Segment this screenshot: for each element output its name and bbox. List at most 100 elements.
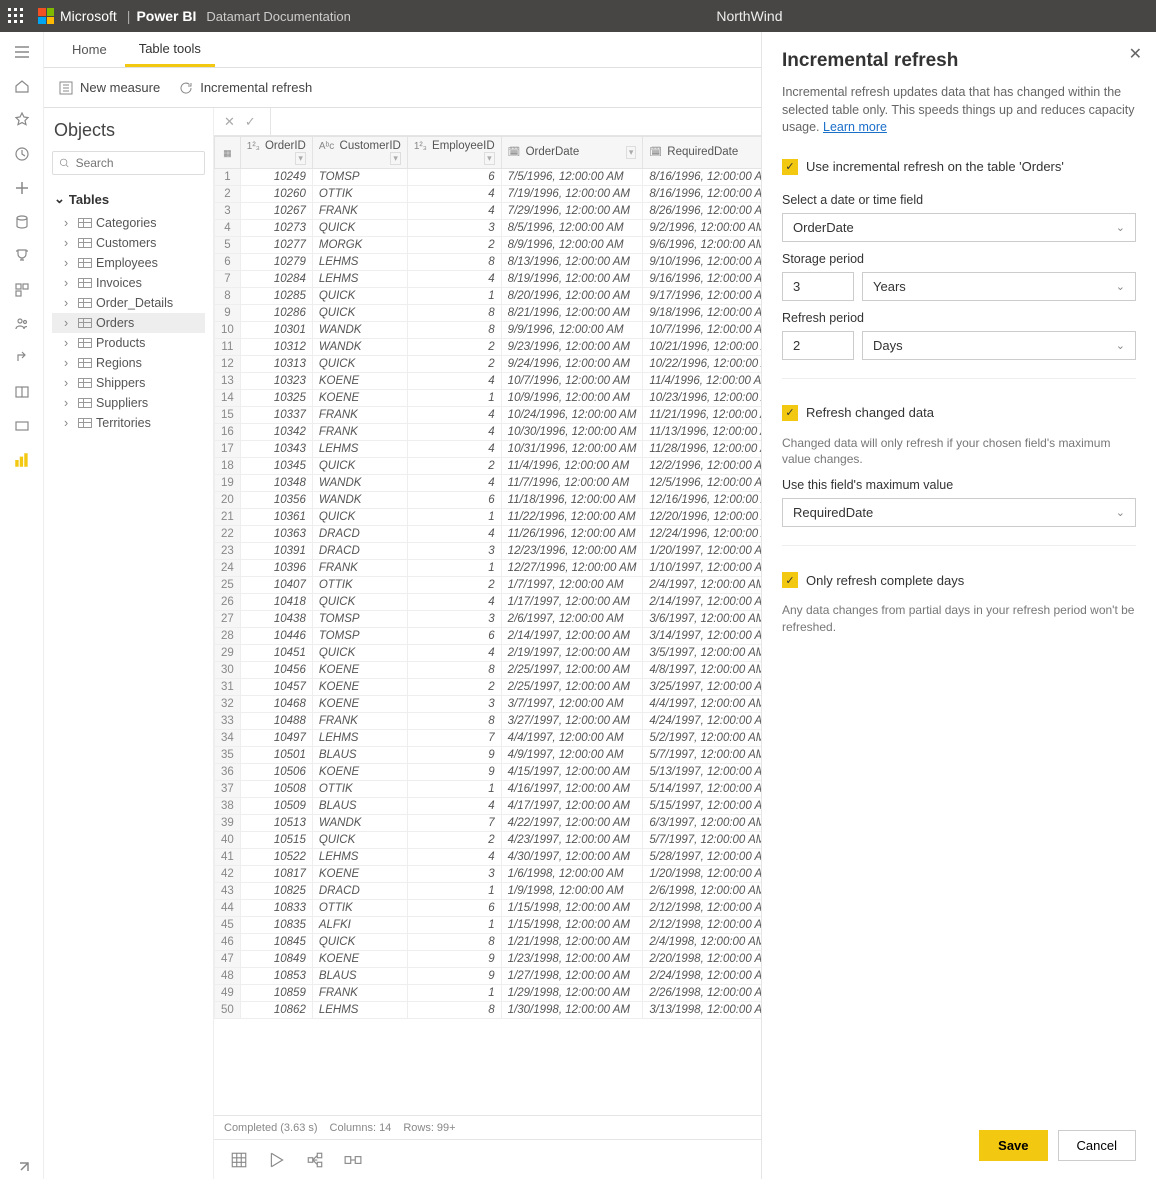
app-launcher-icon[interactable] — [8, 8, 24, 24]
table-row[interactable]: 4210817KOENE31/6/1998, 12:00:00 AM1/20/1… — [215, 866, 762, 883]
table-row[interactable]: 2310391DRACD312/23/1996, 12:00:00 AM1/20… — [215, 543, 762, 560]
apps-icon[interactable] — [12, 280, 32, 300]
table-row[interactable]: 2610418QUICK41/17/1997, 12:00:00 AM2/14/… — [215, 594, 762, 611]
table-row[interactable]: 1210313QUICK29/24/1996, 12:00:00 AM10/22… — [215, 356, 762, 373]
plus-icon[interactable] — [12, 178, 32, 198]
table-row[interactable]: 210260OTTIK47/19/1996, 12:00:00 AM8/16/1… — [215, 186, 762, 203]
table-row[interactable]: 4310825DRACD11/9/1998, 12:00:00 AM2/6/19… — [215, 883, 762, 900]
workspace-icon[interactable] — [12, 416, 32, 436]
table-row[interactable]: 3710508OTTIK14/16/1997, 12:00:00 AM5/14/… — [215, 781, 762, 798]
table-row[interactable]: 1810345QUICK211/4/1996, 12:00:00 AM12/2/… — [215, 458, 762, 475]
relationship-icon[interactable] — [344, 1151, 362, 1169]
cancel-button[interactable]: Cancel — [1058, 1130, 1136, 1161]
table-row[interactable]: 2710438TOMSP32/6/1997, 12:00:00 AM3/6/19… — [215, 611, 762, 628]
model-view-icon[interactable] — [306, 1151, 324, 1169]
complete-days-checkbox[interactable]: ✓ Only refresh complete days — [782, 572, 1136, 588]
table-row[interactable]: 310267FRANK47/29/1996, 12:00:00 AM8/26/1… — [215, 203, 762, 220]
table-row[interactable]: 810285QUICK18/20/1996, 12:00:00 AM9/17/1… — [215, 288, 762, 305]
table-row[interactable]: 4910859FRANK11/29/1998, 12:00:00 AM2/26/… — [215, 985, 762, 1002]
save-button[interactable]: Save — [979, 1130, 1047, 1161]
table-row[interactable]: 3610506KOENE94/15/1997, 12:00:00 AM5/13/… — [215, 764, 762, 781]
table-row[interactable]: 2410396FRANK112/27/1996, 12:00:00 AM1/10… — [215, 560, 762, 577]
refresh-unit-select[interactable]: Days⌄ — [862, 331, 1136, 360]
trophy-icon[interactable] — [12, 246, 32, 266]
table-row[interactable]: 4810853BLAUS91/27/1998, 12:00:00 AM2/24/… — [215, 968, 762, 985]
table-row[interactable]: 1710343LEHMS410/31/1996, 12:00:00 AM11/2… — [215, 441, 762, 458]
table-row[interactable]: 3310488FRANK83/27/1997, 12:00:00 AM4/24/… — [215, 713, 762, 730]
table-item-suppliers[interactable]: ›Suppliers — [52, 393, 205, 413]
table-row[interactable]: 2810446TOMSP62/14/1997, 12:00:00 AM3/14/… — [215, 628, 762, 645]
database-icon[interactable] — [12, 212, 32, 232]
table-row[interactable]: 4410833OTTIK61/15/1998, 12:00:00 AM2/12/… — [215, 900, 762, 917]
table-row[interactable]: 3810509BLAUS44/17/1997, 12:00:00 AM5/15/… — [215, 798, 762, 815]
hamburger-icon[interactable] — [12, 42, 32, 62]
close-icon[interactable]: ✕ — [1129, 44, 1142, 64]
col-requireddate[interactable]: 🗓 RequiredDate ▾ — [643, 137, 761, 169]
home-icon[interactable] — [12, 76, 32, 96]
table-row[interactable]: 2910451QUICK42/19/1997, 12:00:00 AM3/5/1… — [215, 645, 762, 662]
table-row[interactable]: 710284LEHMS48/19/1996, 12:00:00 AM9/16/1… — [215, 271, 762, 288]
table-row[interactable]: 2010356WANDK611/18/1996, 12:00:00 AM12/1… — [215, 492, 762, 509]
col-orderdate[interactable]: 🗓 OrderDate ▾ — [501, 137, 643, 169]
table-row[interactable]: 3010456KOENE82/25/1997, 12:00:00 AM4/8/1… — [215, 662, 762, 679]
tab-home[interactable]: Home — [58, 34, 121, 65]
table-row[interactable]: 4010515QUICK24/23/1997, 12:00:00 AM5/7/1… — [215, 832, 762, 849]
refresh-changed-checkbox[interactable]: ✓ Refresh changed data — [782, 405, 1136, 421]
powerbi-icon[interactable] — [12, 450, 32, 470]
col-customerid[interactable]: Aᵇᴄ CustomerID ▾ — [312, 137, 407, 169]
table-row[interactable]: 110249TOMSP67/5/1996, 12:00:00 AM8/16/19… — [215, 169, 762, 186]
tab-table-tools[interactable]: Table tools — [125, 33, 215, 67]
table-row[interactable]: 3110457KOENE22/25/1997, 12:00:00 AM3/25/… — [215, 679, 762, 696]
incremental-refresh-button[interactable]: Incremental refresh — [178, 80, 312, 96]
table-row[interactable]: 3910513WANDK74/22/1997, 12:00:00 AM6/3/1… — [215, 815, 762, 832]
table-row[interactable]: 1010301WANDK89/9/1996, 12:00:00 AM10/7/1… — [215, 322, 762, 339]
use-incremental-checkbox[interactable]: ✓ Use incremental refresh on the table '… — [782, 159, 1136, 175]
table-item-products[interactable]: ›Products — [52, 333, 205, 353]
query-view-icon[interactable] — [268, 1151, 286, 1169]
table-row[interactable]: 1110312WANDK29/23/1996, 12:00:00 AM10/21… — [215, 339, 762, 356]
datefield-select[interactable]: OrderDate⌄ — [782, 213, 1136, 242]
formula-bar[interactable] — [270, 108, 761, 135]
table-item-categories[interactable]: ›Categories — [52, 213, 205, 233]
table-row[interactable]: 4110522LEHMS44/30/1997, 12:00:00 AM5/28/… — [215, 849, 762, 866]
table-item-order_details[interactable]: ›Order_Details — [52, 293, 205, 313]
table-row[interactable]: 3510501BLAUS94/9/1997, 12:00:00 AM5/7/19… — [215, 747, 762, 764]
learn-more-link[interactable]: Learn more — [823, 120, 887, 134]
row-header[interactable]: ▦ — [215, 137, 241, 169]
table-item-territories[interactable]: ›Territories — [52, 413, 205, 433]
table-row[interactable]: 1610342FRANK410/30/1996, 12:00:00 AM11/1… — [215, 424, 762, 441]
clock-icon[interactable] — [12, 144, 32, 164]
people-icon[interactable] — [12, 314, 32, 334]
refresh-value-input[interactable]: 2 — [782, 331, 854, 360]
table-row[interactable]: 2510407OTTIK21/7/1997, 12:00:00 AM2/4/19… — [215, 577, 762, 594]
table-item-orders[interactable]: ›Orders — [52, 313, 205, 333]
table-row[interactable]: 4610845QUICK81/21/1998, 12:00:00 AM2/4/1… — [215, 934, 762, 951]
table-item-customers[interactable]: ›Customers — [52, 233, 205, 253]
table-row[interactable]: 4710849KOENE91/23/1998, 12:00:00 AM2/20/… — [215, 951, 762, 968]
table-row[interactable]: 410273QUICK38/5/1996, 12:00:00 AM9/2/199… — [215, 220, 762, 237]
maxfield-select[interactable]: RequiredDate⌄ — [782, 498, 1136, 527]
table-row[interactable]: 4510835ALFKI11/15/1998, 12:00:00 AM2/12/… — [215, 917, 762, 934]
table-row[interactable]: 3410497LEHMS74/4/1997, 12:00:00 AM5/2/19… — [215, 730, 762, 747]
commit-icon[interactable]: ✓ — [245, 114, 256, 130]
table-row[interactable]: 3210468KOENE33/7/1997, 12:00:00 AM4/4/19… — [215, 696, 762, 713]
new-measure-button[interactable]: New measure — [58, 80, 160, 96]
learn-icon[interactable] — [12, 382, 32, 402]
expand-icon[interactable] — [12, 1159, 32, 1179]
table-row[interactable]: 1410325KOENE110/9/1996, 12:00:00 AM10/23… — [215, 390, 762, 407]
table-row[interactable]: 2110361QUICK111/22/1996, 12:00:00 AM12/2… — [215, 509, 762, 526]
data-grid[interactable]: ▦1²₃ OrderID ▾Aᵇᴄ CustomerID ▾1²₃ Employ… — [214, 136, 761, 1115]
table-row[interactable]: 1910348WANDK411/7/1996, 12:00:00 AM12/5/… — [215, 475, 762, 492]
table-row[interactable]: 910286QUICK88/21/1996, 12:00:00 AM9/18/1… — [215, 305, 762, 322]
col-employeeid[interactable]: 1²₃ EmployeeID ▾ — [407, 137, 501, 169]
table-item-regions[interactable]: ›Regions — [52, 353, 205, 373]
table-row[interactable]: 510277MORGK28/9/1996, 12:00:00 AM9/6/199… — [215, 237, 762, 254]
search-input[interactable] — [52, 151, 205, 175]
storage-value-input[interactable]: 3 — [782, 272, 854, 301]
table-item-shippers[interactable]: ›Shippers — [52, 373, 205, 393]
storage-unit-select[interactable]: Years⌄ — [862, 272, 1136, 301]
table-row[interactable]: 1510337FRANK410/24/1996, 12:00:00 AM11/2… — [215, 407, 762, 424]
col-orderid[interactable]: 1²₃ OrderID ▾ — [240, 137, 312, 169]
table-row[interactable]: 2210363DRACD411/26/1996, 12:00:00 AM12/2… — [215, 526, 762, 543]
table-item-employees[interactable]: ›Employees — [52, 253, 205, 273]
